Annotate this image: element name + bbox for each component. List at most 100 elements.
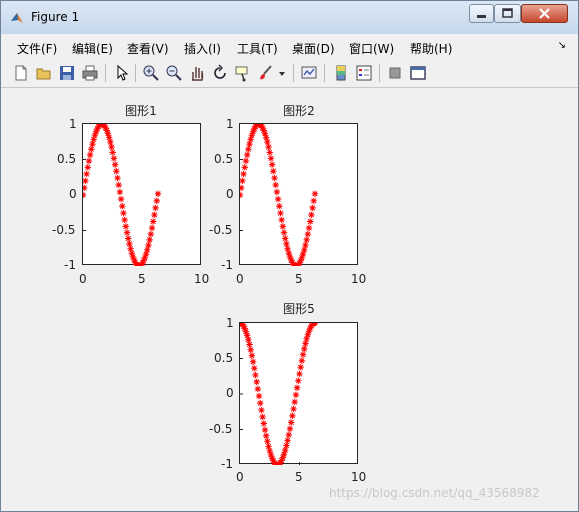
title-bar[interactable]: Figure 1	[1, 1, 578, 34]
subplot-1-axes[interactable]	[79, 120, 201, 270]
menu-edit[interactable]: 编辑(E)	[72, 40, 113, 57]
colorbar-icon[interactable]	[332, 64, 350, 82]
y-tick-label: -0.5	[209, 422, 233, 436]
link-plot-icon[interactable]	[300, 64, 318, 82]
data-point-marker	[285, 431, 292, 439]
hide-plot-tools-icon[interactable]	[386, 64, 404, 82]
x-tick-label: 10	[351, 272, 367, 286]
data-point-marker	[115, 181, 122, 189]
maximize-icon	[502, 8, 513, 18]
menu-bar: 文件(F) 编辑(E) 查看(V) 插入(I) 工具(T) 桌面(D) 窗口(W…	[1, 34, 578, 59]
close-button[interactable]	[521, 4, 568, 23]
open-file-icon[interactable]	[35, 64, 53, 82]
data-point-marker	[292, 391, 300, 399]
data-point-marker	[271, 174, 278, 182]
y-tick-label: 0	[226, 187, 234, 201]
data-point-marker	[303, 335, 310, 343]
data-point-marker	[302, 241, 309, 249]
rotate-icon[interactable]	[211, 64, 229, 82]
data-point-marker	[283, 442, 290, 449]
y-tick-label: -1	[221, 258, 233, 272]
new-figure-icon[interactable]	[12, 64, 30, 82]
data-point-marker	[245, 336, 252, 343]
toolbar-separator	[379, 64, 380, 82]
data-point-marker	[258, 406, 265, 414]
x-tick-label: 5	[295, 470, 303, 484]
data-point-marker	[83, 170, 90, 178]
menu-insert[interactable]: 插入(I)	[184, 40, 221, 57]
data-point-marker	[291, 398, 298, 406]
data-point-marker	[255, 392, 263, 400]
data-point-marker	[268, 161, 276, 168]
data-point-marker	[144, 246, 151, 254]
legend-icon[interactable]	[355, 64, 373, 82]
data-point-marker	[284, 245, 291, 252]
data-point-marker	[142, 250, 150, 258]
x-tick-label: 0	[236, 470, 244, 484]
data-point-marker	[247, 346, 254, 354]
data-point-marker	[253, 378, 260, 386]
menu-file[interactable]: 文件(F)	[17, 40, 57, 57]
data-point-marker	[151, 211, 158, 219]
data-point-marker	[126, 240, 133, 248]
y-tick-label: -0.5	[52, 223, 76, 237]
data-point-marker	[127, 245, 134, 252]
data-point-marker	[282, 446, 289, 454]
data-point-marker	[272, 181, 279, 189]
menu-tools[interactable]: 工具(T)	[237, 40, 278, 57]
data-point-marker	[107, 138, 114, 146]
data-point-marker	[89, 140, 96, 148]
data-point-marker	[152, 204, 159, 212]
data-point-marker	[121, 216, 128, 224]
y-tick-label: 0	[69, 187, 77, 201]
zoom-in-icon[interactable]	[142, 64, 160, 82]
y-tick-label: 0.5	[214, 152, 234, 166]
brush-dropdown-icon[interactable]	[277, 64, 287, 82]
data-point-marker	[264, 138, 271, 146]
data-point-marker	[146, 236, 153, 244]
data-cursor-icon[interactable]	[234, 64, 252, 82]
data-point-marker	[145, 241, 152, 249]
minimize-icon	[477, 15, 486, 18]
data-point-marker	[264, 438, 271, 445]
data-point-marker	[111, 161, 119, 168]
menu-view[interactable]: 查看(V)	[127, 40, 169, 57]
minimize-button[interactable]	[469, 4, 494, 23]
data-point-marker	[280, 229, 288, 236]
menu-help[interactable]: 帮助(H)	[410, 40, 452, 57]
show-plot-tools-icon[interactable]	[409, 64, 427, 82]
subplot-5-axes[interactable]	[236, 319, 358, 469]
x-tick-label: 10	[351, 470, 367, 484]
zoom-out-icon[interactable]	[165, 64, 183, 82]
data-point-marker	[241, 164, 248, 171]
maximize-button[interactable]	[494, 4, 521, 23]
pan-icon[interactable]	[188, 64, 206, 82]
data-point-marker	[262, 134, 270, 141]
subplot-5-title: 图形5	[283, 302, 315, 316]
data-point-marker	[122, 223, 130, 230]
subplot-1-title: 图形1	[125, 104, 157, 118]
data-point-marker	[108, 143, 115, 151]
save-icon[interactable]	[58, 64, 76, 82]
data-point-marker	[79, 191, 87, 199]
data-point-marker	[148, 224, 156, 232]
data-point-marker	[246, 341, 253, 348]
data-point-marker	[305, 224, 313, 232]
menu-overflow-arrow-icon[interactable]: ↘	[558, 40, 566, 51]
menu-desktop[interactable]: 桌面(D)	[292, 40, 335, 57]
data-point-marker	[273, 188, 281, 196]
print-icon[interactable]	[81, 64, 99, 82]
data-point-marker	[299, 351, 307, 358]
brush-icon[interactable]	[257, 64, 275, 82]
menu-window[interactable]: 窗口(W)	[349, 40, 394, 57]
data-point-marker	[276, 202, 283, 210]
data-point-marker	[259, 413, 266, 421]
toolbar-separator	[105, 64, 106, 82]
data-point-marker	[242, 157, 250, 165]
subplot-5-plot	[236, 319, 319, 469]
x-tick-label: 5	[295, 272, 303, 286]
data-point-marker	[274, 195, 282, 203]
data-point-marker	[287, 419, 295, 426]
subplot-2-axes[interactable]	[236, 120, 358, 270]
pointer-icon[interactable]	[113, 64, 131, 82]
